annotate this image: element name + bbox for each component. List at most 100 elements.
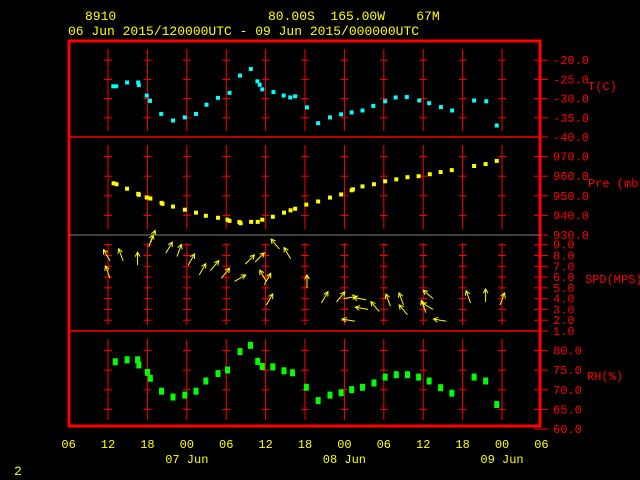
pressure-point [203, 213, 208, 218]
humidity-point [203, 377, 209, 385]
temperature-point [304, 105, 309, 110]
humidity-point [327, 391, 333, 399]
humidity-point [248, 341, 254, 349]
humidity-point [393, 371, 399, 379]
x-tick-label: 12 [416, 438, 430, 452]
pressure-point [416, 174, 421, 179]
temperature-point [494, 123, 499, 128]
date-label: 07 Jun [165, 453, 208, 467]
humidity-point [404, 371, 410, 379]
pressure-point [270, 214, 275, 219]
pressure-point [350, 187, 355, 192]
temperature-point [393, 95, 398, 100]
pressure-point [427, 172, 432, 177]
wind-arrow [176, 243, 183, 257]
temperature-point [417, 98, 422, 103]
temperature-point [260, 87, 265, 92]
panel-label-temperature: T(C) [588, 80, 617, 94]
wind-arrow [165, 241, 173, 254]
wind-arrow [265, 292, 274, 306]
pressure-point [227, 218, 232, 223]
x-tick-label: 00 [337, 438, 351, 452]
pressure-point [171, 204, 176, 209]
wind-arrow [464, 289, 471, 304]
temperature-point [144, 93, 149, 98]
pressure-point [360, 184, 365, 189]
x-tick-label: 18 [455, 438, 469, 452]
temperature-point [327, 115, 332, 120]
temperature-point [125, 80, 130, 85]
humidity-point [193, 387, 199, 395]
pressure-point [494, 158, 499, 163]
temperature-point [227, 90, 232, 95]
station-timeseries-chart: -20.0 -25.0 -30.0 -35.0 -40.0 T(C) 970.0 960.0 9… [61, 39, 640, 467]
y-tick-label: 60.0 [553, 423, 582, 437]
humidity-point [215, 370, 221, 378]
pressure-point [193, 210, 198, 215]
x-tick-label: 06 [377, 438, 391, 452]
wind-arrow [134, 251, 141, 266]
humidity-point [281, 367, 287, 375]
y-tick-label: -30.0 [553, 93, 589, 107]
pressure-point [394, 177, 399, 182]
temperature-point [360, 108, 365, 113]
wind-arrow [336, 291, 346, 303]
pressure-point [215, 215, 220, 220]
temperature-point [450, 108, 455, 113]
humidity-point [494, 401, 500, 409]
panel-label-wind: SPD(MPS) [585, 273, 640, 287]
humidity-point [359, 383, 365, 391]
pressure-point [144, 195, 149, 200]
pressure-point [182, 207, 187, 212]
x-tick-label: 18 [298, 438, 312, 452]
y-tick-label: 940.0 [553, 209, 589, 223]
humidity-point [426, 377, 432, 385]
temperature-point [371, 103, 376, 108]
temperature-point [288, 95, 293, 100]
wind-arrow [354, 305, 369, 311]
temperature-point [257, 82, 262, 87]
temperature-point [255, 79, 260, 84]
humidity-point [290, 369, 296, 377]
temperature-point [271, 90, 276, 95]
pressure-point [136, 192, 141, 197]
temperature-point [248, 67, 253, 72]
pressure-point [304, 202, 309, 207]
wind-arrow [398, 304, 408, 316]
temperature-point [484, 99, 489, 104]
x-tick-label: 12 [258, 438, 272, 452]
wind-arrow [422, 289, 434, 300]
pressure-point [249, 219, 254, 224]
humidity-point [255, 357, 261, 365]
humidity-point [349, 386, 355, 394]
humidity-point [159, 387, 165, 395]
pressure-point [238, 221, 243, 226]
x-tick-label: 00 [180, 438, 194, 452]
x-tick-label: 12 [101, 438, 115, 452]
temperature-point [293, 94, 298, 99]
pressure-point [125, 186, 130, 191]
pressure-point [438, 170, 443, 175]
y-tick-label: -35.0 [553, 112, 589, 126]
wind-arrow [397, 291, 404, 306]
humidity-point [315, 397, 321, 405]
humidity-point [303, 383, 309, 391]
humidity-point [382, 373, 388, 381]
temperature-point [349, 110, 354, 115]
temperature-point [159, 111, 164, 116]
pressure-point [293, 206, 298, 211]
x-tick-label: 18 [140, 438, 154, 452]
humidity-point [270, 363, 276, 371]
wind-arrow [352, 295, 367, 301]
humidity-point [237, 348, 243, 356]
pressure-point [383, 179, 388, 184]
y-tick-label: 70.0 [553, 384, 582, 398]
temperature-point [171, 118, 176, 123]
y-tick-label: 1.0 [553, 325, 575, 339]
x-tick-label: 06 [534, 438, 548, 452]
wind-arrow [384, 292, 391, 307]
y-tick-label: 950.0 [553, 190, 589, 204]
humidity-point [182, 391, 188, 399]
humidity-point [371, 379, 377, 387]
humidity-point [449, 389, 455, 397]
